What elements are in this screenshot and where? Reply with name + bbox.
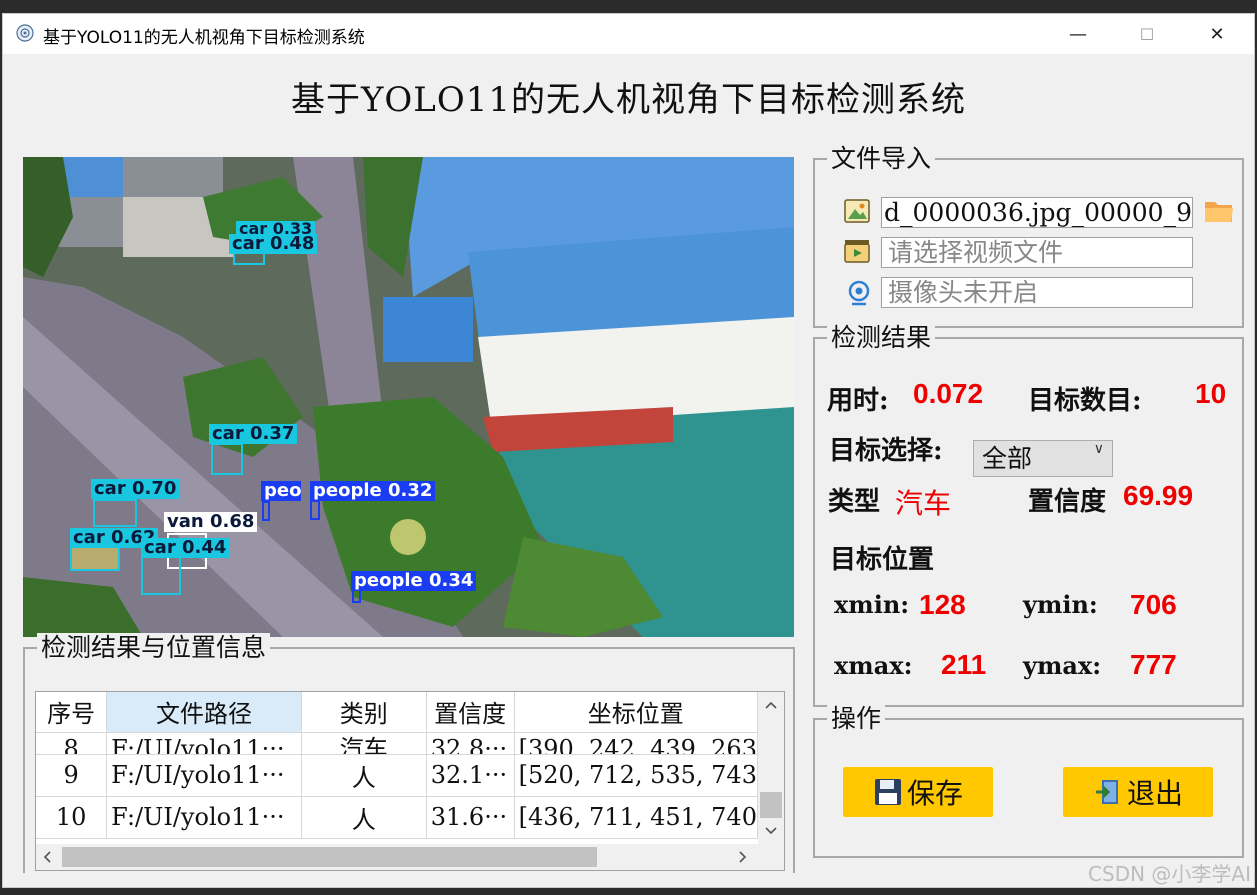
camera-icon [848,280,870,306]
column-header-index[interactable]: 序号 [36,692,108,733]
detection-image: car 0.33 car 0.48 car 0.37 car 0.70 peo … [23,157,794,637]
file-import-title: 文件导入 [827,144,936,174]
cell-class: 汽车 [301,732,427,755]
cell-confidence: 31.6··· [426,796,515,839]
bbox-people [310,500,320,520]
cell-coordinates: [520, 712, 535, 743 [514,754,759,797]
cell-index: 10 [36,796,108,839]
cell-class: 人 [301,796,427,839]
column-header-coordinates[interactable]: 坐标位置 [514,692,759,733]
window-title: 基于YOLO11的无人机视角下目标检测系统 [43,28,365,48]
cell-path: F:/UI/yolo11··· [106,732,302,755]
table-header-row: 序号 文件路径 类别 置信度 坐标位置 [36,692,759,733]
cell-index: 8 [36,732,108,755]
count-label: 目标数目: [1028,386,1142,416]
exit-door-icon [1095,780,1118,804]
detection-label: car 0.48 [229,234,318,254]
chevron-down-icon: ∨ [1093,441,1104,457]
ymin-value: 706 [1130,589,1177,620]
horizontal-scrollbar[interactable] [36,844,784,870]
image-icon [844,199,870,223]
table-row[interactable]: 9 F:/UI/yolo11··· 人 32.1··· [520, 712, 5… [36,754,759,797]
ymax-label: ymax: [1023,651,1102,680]
folder-open-icon[interactable] [1203,196,1235,226]
exit-button[interactable]: 退出 [1063,767,1213,817]
xmin-value: 128 [919,589,966,620]
position-label: 目标位置 [830,545,935,575]
page-title: 基于YOLO11的无人机视角下目标检测系统 [290,80,967,120]
target-select-value: 全部 [982,444,1033,473]
detection-label: car 0.44 [141,538,230,558]
column-header-class[interactable]: 类别 [301,692,427,733]
bbox-car [141,555,181,595]
confidence-label: 置信度 [1028,487,1107,517]
cell-path: F:/UI/yolo11··· [106,796,302,839]
type-label: 类型 [828,487,881,517]
results-table-title: 检测结果与位置信息 [37,633,271,663]
count-value: 10 [1195,378,1227,409]
detection-label: people 0.32 [310,481,436,501]
bbox-car [70,545,120,571]
bbox-people [262,501,270,521]
app-window: 基于YOLO11的无人机视角下目标检测系统 — ☐ ✕ 基于YOLO11的无人机… [2,13,1255,888]
type-value: 汽车 [895,487,952,520]
image-path-field[interactable]: 9_00000_d_0000036.jpg [881,197,1193,228]
actions-title: 操作 [827,704,886,734]
cell-confidence: 32.8··· [426,732,515,755]
time-value: 0.072 [913,378,984,409]
save-button[interactable]: 保存 [843,767,993,817]
detection-label: car 0.37 [209,424,298,444]
detection-label: car 0.70 [91,479,180,499]
detection-label: people 0.34 [351,571,477,591]
aerial-scene [23,157,794,637]
detection-label: van 0.68 [164,512,258,532]
results-table[interactable]: 序号 文件路径 类别 置信度 坐标位置 8 F:/UI/yolo11··· 汽车… [35,691,785,871]
detection-results-title: 检测结果 [827,323,936,353]
cell-coordinates: [436, 711, 451, 740 [514,796,759,839]
cell-confidence: 32.1··· [426,754,515,797]
watermark: CSDN @小李学AI [1088,862,1251,886]
cell-coordinates: [390, 242, 439, 263 [514,732,759,755]
column-header-path[interactable]: 文件路径 [106,692,302,733]
exit-button-label: 退出 [1126,777,1183,810]
cell-path: F:/UI/yolo11··· [106,754,302,797]
vertical-scrollbar[interactable] [758,692,784,844]
table-row[interactable]: 10 F:/UI/yolo11··· 人 31.6··· [436, 711, … [36,796,759,839]
bbox-car [211,443,243,475]
minimize-button[interactable]: — [1055,14,1101,54]
xmin-label: xmin: [834,590,910,619]
cell-index: 9 [36,754,108,797]
xmax-value: 211 [941,649,987,680]
results-table-grid: 序号 文件路径 类别 置信度 坐标位置 8 F:/UI/yolo11··· 汽车… [36,692,759,839]
confidence-value: 69.99 [1123,480,1194,511]
xmax-label: xmax: [834,651,913,680]
ymax-value: 777 [1130,649,1177,680]
ymin-label: ymin: [1023,590,1098,619]
cell-class: 人 [301,754,427,797]
floppy-disk-icon [874,779,901,805]
app-icon [16,24,34,42]
table-row[interactable]: 8 F:/UI/yolo11··· 汽车 32.8··· [390, 242, … [36,732,759,755]
video-icon [844,240,870,263]
maximize-button[interactable]: ☐ [1124,14,1170,54]
detection-label: peo [261,481,302,501]
target-select-label: 目标选择: [829,436,943,466]
title-bar: 基于YOLO11的无人机视角下目标检测系统 — ☐ ✕ [3,14,1254,54]
save-button-label: 保存 [906,777,963,810]
bbox-car [93,499,137,527]
camera-input[interactable]: 摄像头未开启 [881,277,1193,308]
close-button[interactable]: ✕ [1194,14,1240,54]
column-header-confidence[interactable]: 置信度 [426,692,515,733]
target-select[interactable]: 全部 ∨ [973,440,1113,477]
video-file-input[interactable]: 请选择视频文件 [881,237,1193,268]
time-label: 用时: [827,386,889,416]
